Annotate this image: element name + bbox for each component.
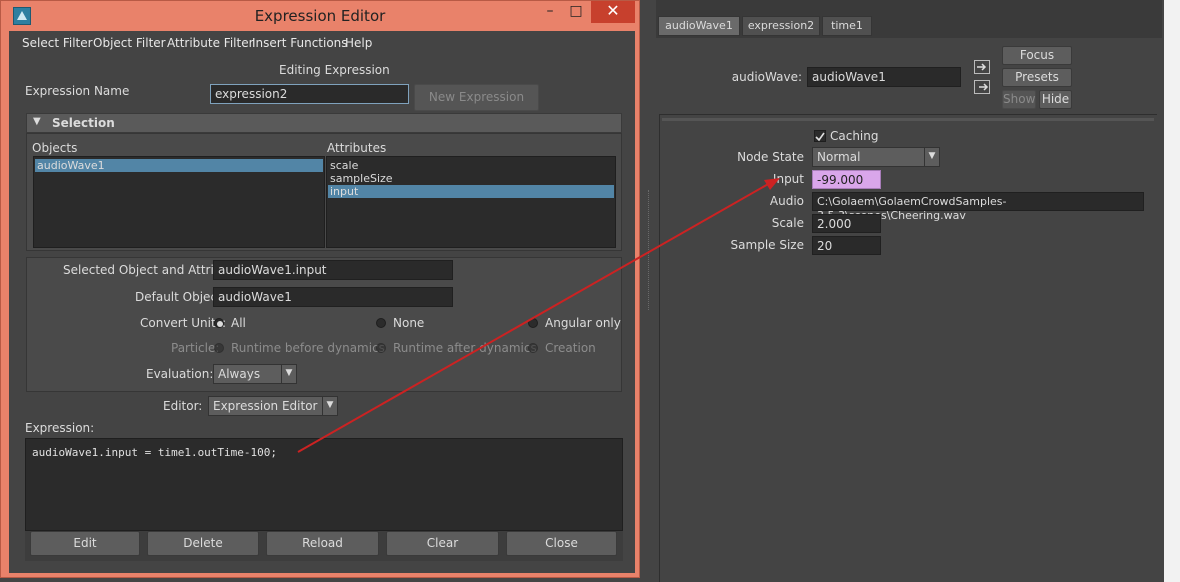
title-bar[interactable]: Expression Editor – □ ✕	[1, 1, 639, 31]
node-type-label: audioWave:	[731, 70, 802, 84]
audio-label: Audio	[769, 194, 804, 208]
frame-divider	[662, 118, 1154, 121]
close-button[interactable]: Close	[506, 531, 617, 556]
selection-frame-header[interactable]: ▼ Selection	[26, 113, 622, 133]
chevron-down-icon: ▼	[322, 397, 337, 415]
load-output-icon[interactable]	[974, 80, 990, 94]
evaluation-value: Always	[218, 367, 261, 381]
reload-button[interactable]: Reload	[266, 531, 379, 556]
show-button[interactable]: Show	[1002, 90, 1036, 109]
expression-label: Expression:	[25, 421, 95, 435]
editing-expression-header: Editing Expression	[279, 63, 390, 77]
radio-runtime-before-label: Runtime before dynamics	[231, 341, 385, 355]
splitter-handle[interactable]	[648, 190, 650, 310]
delete-button[interactable]: Delete	[147, 531, 259, 556]
window-edge	[1164, 0, 1180, 582]
editor-dropdown[interactable]: Expression Editor ▼	[208, 396, 338, 416]
radio-runtime-after-label: Runtime after dynamics	[393, 341, 537, 355]
menu-insert-functions[interactable]: Insert Functions	[252, 36, 348, 50]
tab-audiowave1[interactable]: audioWave1	[658, 16, 740, 36]
objects-list[interactable]: audioWave1	[33, 156, 325, 248]
attribute-editor: audioWave1 expression2 time1 audioWave: …	[652, 0, 1164, 582]
default-object-field[interactable]: audioWave1	[213, 287, 453, 307]
focus-button[interactable]: Focus	[1002, 46, 1072, 65]
radio-runtime-after[interactable]	[376, 343, 386, 353]
editor-client-area: Select Filter Object Filter Attribute Fi…	[9, 31, 635, 573]
editor-value: Expression Editor	[213, 399, 318, 413]
node-name-field[interactable]: audioWave1	[807, 67, 961, 87]
node-state-value: Normal	[817, 150, 861, 164]
evaluation-dropdown[interactable]: Always ▼	[213, 364, 297, 384]
input-field[interactable]: -99.000	[812, 170, 881, 189]
radio-creation[interactable]	[528, 343, 538, 353]
clear-button[interactable]: Clear	[386, 531, 499, 556]
radio-none[interactable]	[376, 318, 386, 328]
presets-button[interactable]: Presets	[1002, 68, 1072, 87]
new-expression-button[interactable]: New Expression	[414, 84, 539, 111]
list-item[interactable]: audioWave1	[35, 159, 323, 172]
hide-button[interactable]: Hide	[1039, 90, 1072, 109]
selected-object-field[interactable]: audioWave1.input	[213, 260, 453, 280]
menu-select-filter[interactable]: Select Filter	[22, 36, 93, 50]
list-item[interactable]: scale	[328, 159, 614, 172]
chevron-down-icon: ▼	[281, 365, 296, 383]
expression-name-label: Expression Name	[25, 84, 130, 98]
radio-all-label: All	[231, 316, 246, 330]
collapse-triangle-icon: ▼	[33, 116, 41, 127]
particle-label: Particle:	[171, 341, 220, 355]
editor-label: Editor:	[163, 399, 203, 413]
chevron-down-icon: ▼	[924, 148, 939, 166]
node-state-label: Node State	[737, 150, 804, 164]
scale-field[interactable]: 2.000	[812, 214, 881, 233]
caching-checkbox[interactable]	[814, 130, 826, 142]
radio-runtime-before[interactable]	[214, 343, 224, 353]
objects-label: Objects	[32, 141, 78, 155]
radio-all[interactable]	[214, 318, 224, 328]
load-input-icon[interactable]	[974, 60, 990, 74]
scale-label: Scale	[771, 216, 804, 230]
expression-code: audioWave1.input = time1.outTime-100;	[32, 446, 278, 459]
tab-time1[interactable]: time1	[822, 16, 872, 36]
menu-help[interactable]: Help	[345, 36, 372, 50]
list-item[interactable]: sampleSize	[328, 172, 614, 185]
evaluation-label: Evaluation:	[146, 367, 214, 381]
audio-path-field[interactable]: C:\Golaem\GolaemCrowdSamples-3.5.3\scene…	[812, 192, 1144, 222]
radio-creation-label: Creation	[545, 341, 596, 355]
edit-button[interactable]: Edit	[30, 531, 140, 556]
sample-size-label: Sample Size	[730, 238, 804, 252]
selection-panel: Objects Attributes audioWave1 scale samp…	[26, 133, 622, 251]
expression-text-area[interactable]: audioWave1.input = time1.outTime-100;	[25, 438, 623, 531]
attributes-list[interactable]: scale sampleSize input	[326, 156, 616, 248]
radio-none-label: None	[393, 316, 425, 330]
menu-object-filter[interactable]: Object Filter	[93, 36, 166, 50]
minimize-button[interactable]: –	[537, 1, 563, 23]
node-state-dropdown[interactable]: Normal ▼	[812, 147, 940, 167]
expression-editor-window: Expression Editor – □ ✕ Select Filter Ob…	[0, 0, 640, 578]
expression-name-input[interactable]: expression2	[210, 84, 409, 104]
tab-expression2[interactable]: expression2	[742, 16, 820, 36]
attributes-label: Attributes	[327, 141, 387, 155]
close-window-button[interactable]: ✕	[591, 1, 635, 23]
menu-attribute-filter[interactable]: Attribute Filter	[167, 36, 254, 50]
caching-label: Caching	[830, 129, 879, 143]
maximize-button[interactable]: □	[563, 1, 589, 23]
sample-size-field[interactable]: 20	[812, 236, 881, 255]
list-item[interactable]: input	[328, 185, 614, 198]
radio-angular-only-label: Angular only	[545, 316, 621, 330]
radio-angular-only[interactable]	[528, 318, 538, 328]
selection-header-label: Selection	[52, 116, 115, 130]
input-label: Input	[772, 172, 804, 186]
